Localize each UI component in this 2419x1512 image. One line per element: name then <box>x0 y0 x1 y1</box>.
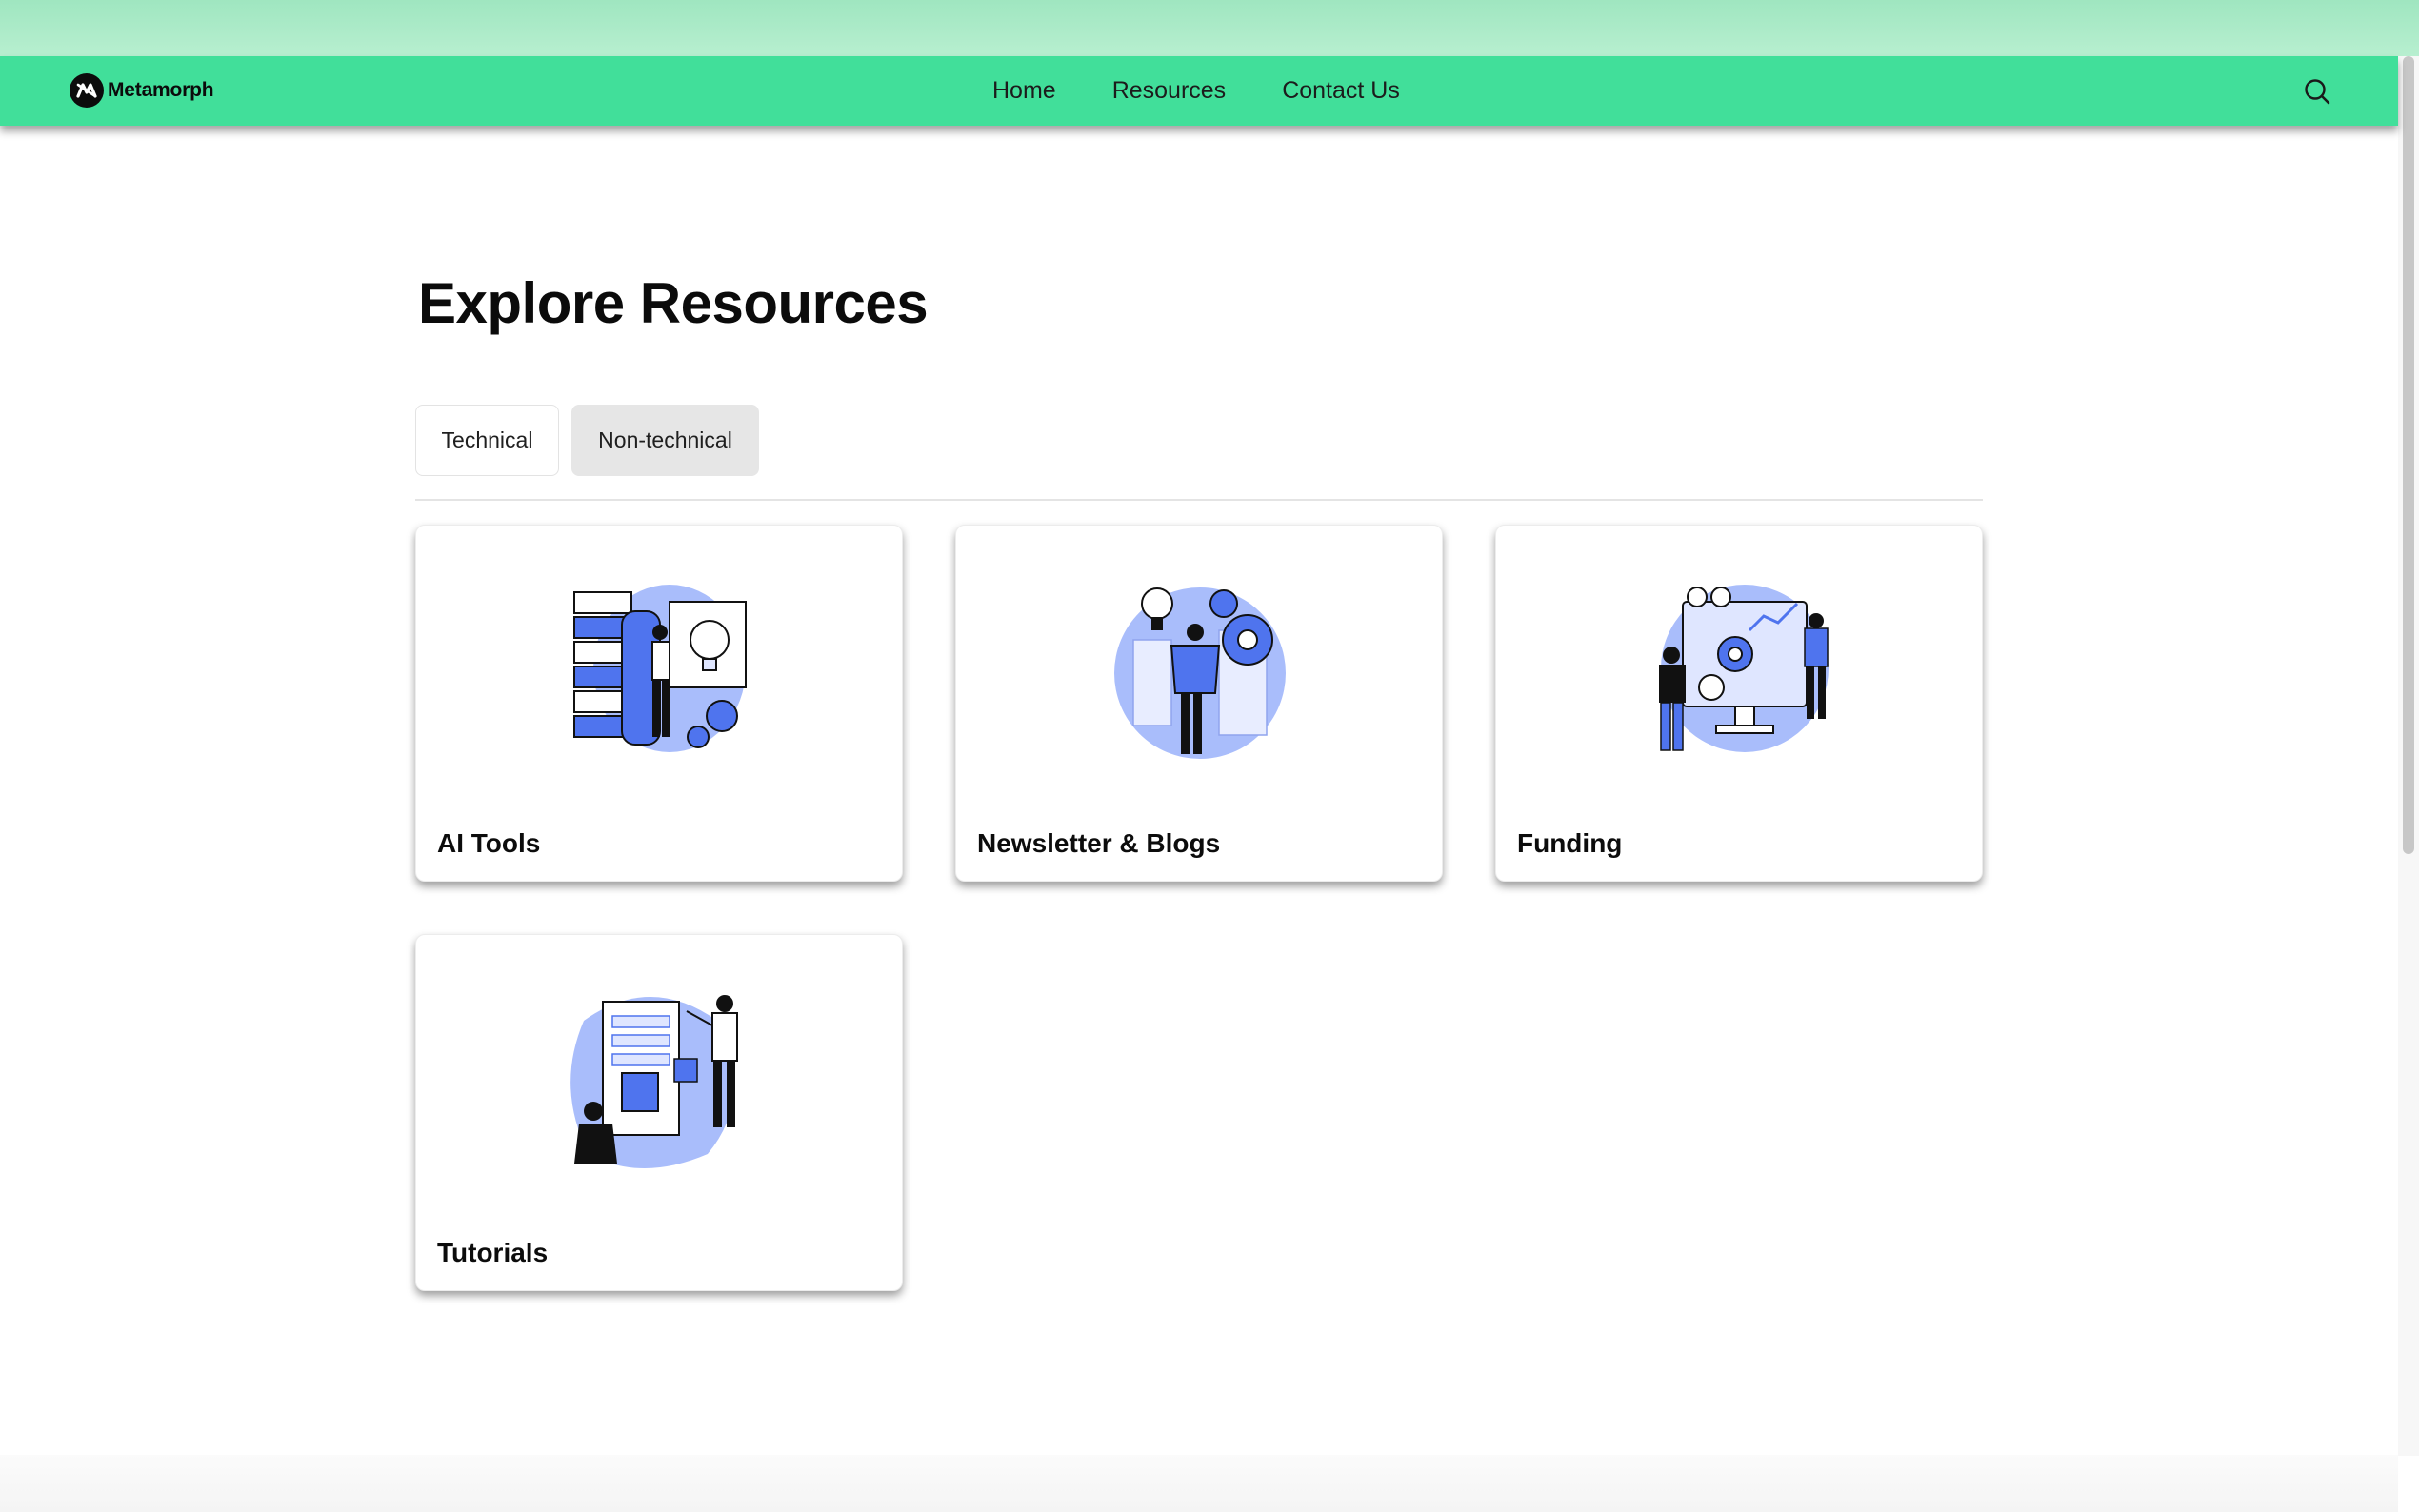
gears-lightbulb-illustration <box>1114 587 1286 759</box>
tab-non-technical[interactable]: Non-technical <box>571 405 759 476</box>
nav-link-resources[interactable]: Resources <box>1112 77 1227 105</box>
scrollbar-thumb[interactable] <box>2403 56 2414 854</box>
card-title: Newsletter & Blogs <box>977 828 1221 858</box>
card-title: AI Tools <box>437 828 541 858</box>
category-tabs: Technical Non-technical <box>415 405 759 476</box>
search-icon <box>2305 79 2330 105</box>
resource-card-ai-tools[interactable]: AI Tools <box>415 525 903 882</box>
server-lightbulb-illustration <box>573 585 747 752</box>
people-board-illustration <box>570 995 738 1168</box>
team-dashboard-illustration <box>1659 585 1829 752</box>
tab-technical[interactable]: Technical <box>415 405 559 476</box>
card-title: Funding <box>1517 828 1623 858</box>
bottom-fade <box>0 1455 2398 1512</box>
search-button[interactable] <box>2299 73 2335 109</box>
brand-logo[interactable]: Metamorph <box>70 71 214 109</box>
browser-top-strip <box>0 0 2419 57</box>
resource-card-tutorials[interactable]: Tutorials <box>415 934 903 1291</box>
main-nav: Home Resources Contact Us <box>992 56 1456 126</box>
card-title: Tutorials <box>437 1238 549 1267</box>
nav-link-home[interactable]: Home <box>992 77 1056 105</box>
brand-name: Metamorph <box>108 79 214 101</box>
tabs-divider <box>415 499 1983 501</box>
resource-card-funding[interactable]: Funding <box>1495 525 1983 882</box>
metamorph-logo-icon <box>70 73 104 108</box>
nav-link-contact-us[interactable]: Contact Us <box>1282 77 1400 105</box>
page-title: Explore Resources <box>418 271 929 335</box>
resource-card-newsletter-blogs[interactable]: Newsletter & Blogs <box>955 525 1443 882</box>
navbar: Metamorph Home Resources Contact Us <box>0 56 2398 126</box>
